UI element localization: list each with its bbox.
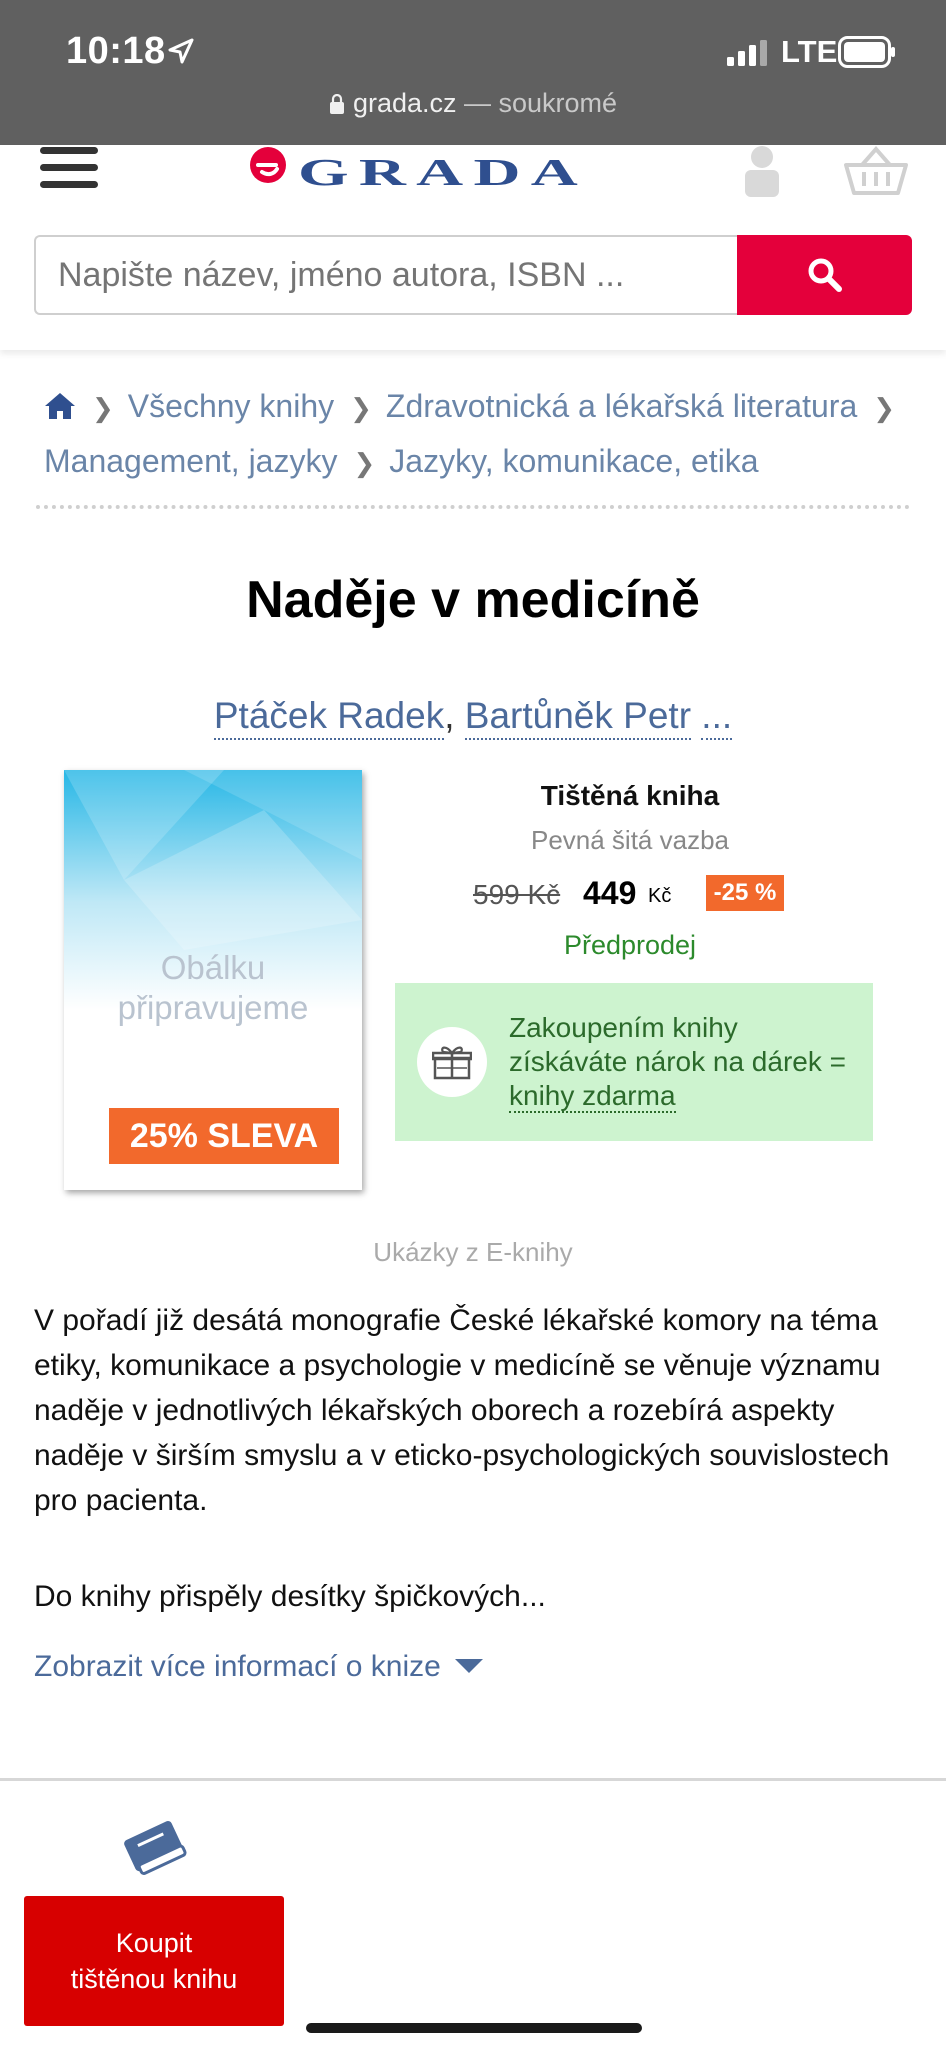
lock-icon xyxy=(329,94,344,114)
search-input[interactable] xyxy=(34,235,738,315)
bottom-purchase-bar: Koupit tištěnou knihu xyxy=(0,1778,946,2048)
description-paragraph-1: V pořadí již desátá monografie České lék… xyxy=(34,1304,890,1517)
url-domain: grada.cz xyxy=(352,88,457,118)
book-icon xyxy=(124,1821,187,1875)
author-link-bartunek[interactable]: Bartůněk Petr xyxy=(464,695,692,740)
buy-printed-book-button[interactable]: Koupit tištěnou knihu xyxy=(24,1896,284,2026)
old-price: 599 Kč xyxy=(473,879,561,910)
signal-bars-icon xyxy=(727,40,767,66)
show-more-label: Zobrazit více informací o knize xyxy=(34,1650,441,1683)
search-icon xyxy=(808,258,842,292)
author-spacer xyxy=(691,695,701,736)
chevron-down-icon xyxy=(454,1659,483,1673)
battery-icon xyxy=(838,36,895,68)
status-time: 10:18 xyxy=(66,30,166,72)
more-authors-link[interactable]: ... xyxy=(701,695,733,740)
ebook-samples-label[interactable]: Ukázky z E-knihy xyxy=(0,1237,946,1268)
gift-promo-text: Zakoupením knihy získáváte nárok na dáre… xyxy=(509,1011,859,1113)
search-bar xyxy=(34,235,912,315)
new-price: 449 xyxy=(583,875,637,911)
free-books-link[interactable]: knihy zdarma xyxy=(509,1080,676,1113)
binding-type: Pevná šitá vazba xyxy=(530,825,729,855)
discount-badge: -25 % xyxy=(706,875,784,911)
breadcrumb-item-medical[interactable]: Zdravotnická a lékařská literatura xyxy=(386,388,857,424)
shopping-basket-icon[interactable] xyxy=(844,145,908,195)
breadcrumb-separator-icon: ❯ xyxy=(353,448,376,478)
search-button[interactable] xyxy=(737,235,912,315)
price-currency: Kč xyxy=(648,885,672,907)
show-more-info-link[interactable]: Zobrazit více informací o knize xyxy=(34,1650,483,1684)
gift-promo-message: Zakoupením knihy získáváte nárok na dáre… xyxy=(509,1012,846,1077)
availability-status: Předprodej xyxy=(563,930,697,960)
book-authors: Ptáček Radek, Bartůněk Petr ... xyxy=(0,695,946,740)
breadcrumb-divider xyxy=(36,505,910,509)
cover-text-line1: Obálku xyxy=(160,949,266,986)
breadcrumb: ❯ Všechny knihy ❯ Zdravotnická a lékařská l… xyxy=(44,380,914,490)
book-cover[interactable]: Obálku připravujeme 25% SLEVA xyxy=(64,770,362,1190)
svg-text:GRADA: GRADA xyxy=(298,152,588,191)
gift-promo-box: Zakoupením knihy získáváte nárok na dáre… xyxy=(395,983,873,1141)
description-paragraph-2: Do knihy přispěly desítky špičkových... xyxy=(34,1580,546,1613)
buy-button-line1: Koupit xyxy=(115,1928,193,1958)
grada-logo[interactable]: GRADA xyxy=(248,145,594,191)
breadcrumb-item-all-books[interactable]: Všechny knihy xyxy=(128,388,334,424)
cover-text-line2: připravujeme xyxy=(117,989,309,1026)
home-indicator[interactable] xyxy=(306,2023,642,2033)
author-link-ptacek[interactable]: Ptáček Radek xyxy=(213,695,445,740)
breadcrumb-item-management[interactable]: Management, jazyky xyxy=(44,443,337,479)
breadcrumb-item-languages[interactable]: Jazyky, komunikace, etika xyxy=(389,443,758,479)
status-bar: 10:18 LTE grada.cz — soukromé xyxy=(0,0,946,145)
location-arrow-icon xyxy=(168,38,194,64)
author-separator: , xyxy=(444,695,465,736)
url-mode: — soukromé xyxy=(456,88,618,118)
gift-icon xyxy=(417,1027,487,1097)
buy-button-line2: tištěnou knihu xyxy=(70,1964,238,1994)
breadcrumb-separator-icon: ❯ xyxy=(92,393,114,423)
home-icon[interactable] xyxy=(44,392,76,420)
cover-placeholder-text: Obálku připravujeme xyxy=(64,948,362,1028)
cover-sale-badge: 25% SLEVA xyxy=(109,1108,339,1164)
site-header: GRADA xyxy=(0,145,946,350)
browser-url-bar[interactable]: grada.cz — soukromé xyxy=(0,88,946,119)
hamburger-menu-icon[interactable] xyxy=(40,145,98,191)
user-account-icon[interactable] xyxy=(737,145,787,197)
breadcrumb-separator-icon: ❯ xyxy=(873,393,896,423)
format-title: Tištěná kniha xyxy=(540,780,720,811)
book-title: Naděje v medicíně xyxy=(246,571,700,629)
breadcrumb-separator-icon: ❯ xyxy=(350,393,372,423)
network-type: LTE xyxy=(781,34,838,69)
